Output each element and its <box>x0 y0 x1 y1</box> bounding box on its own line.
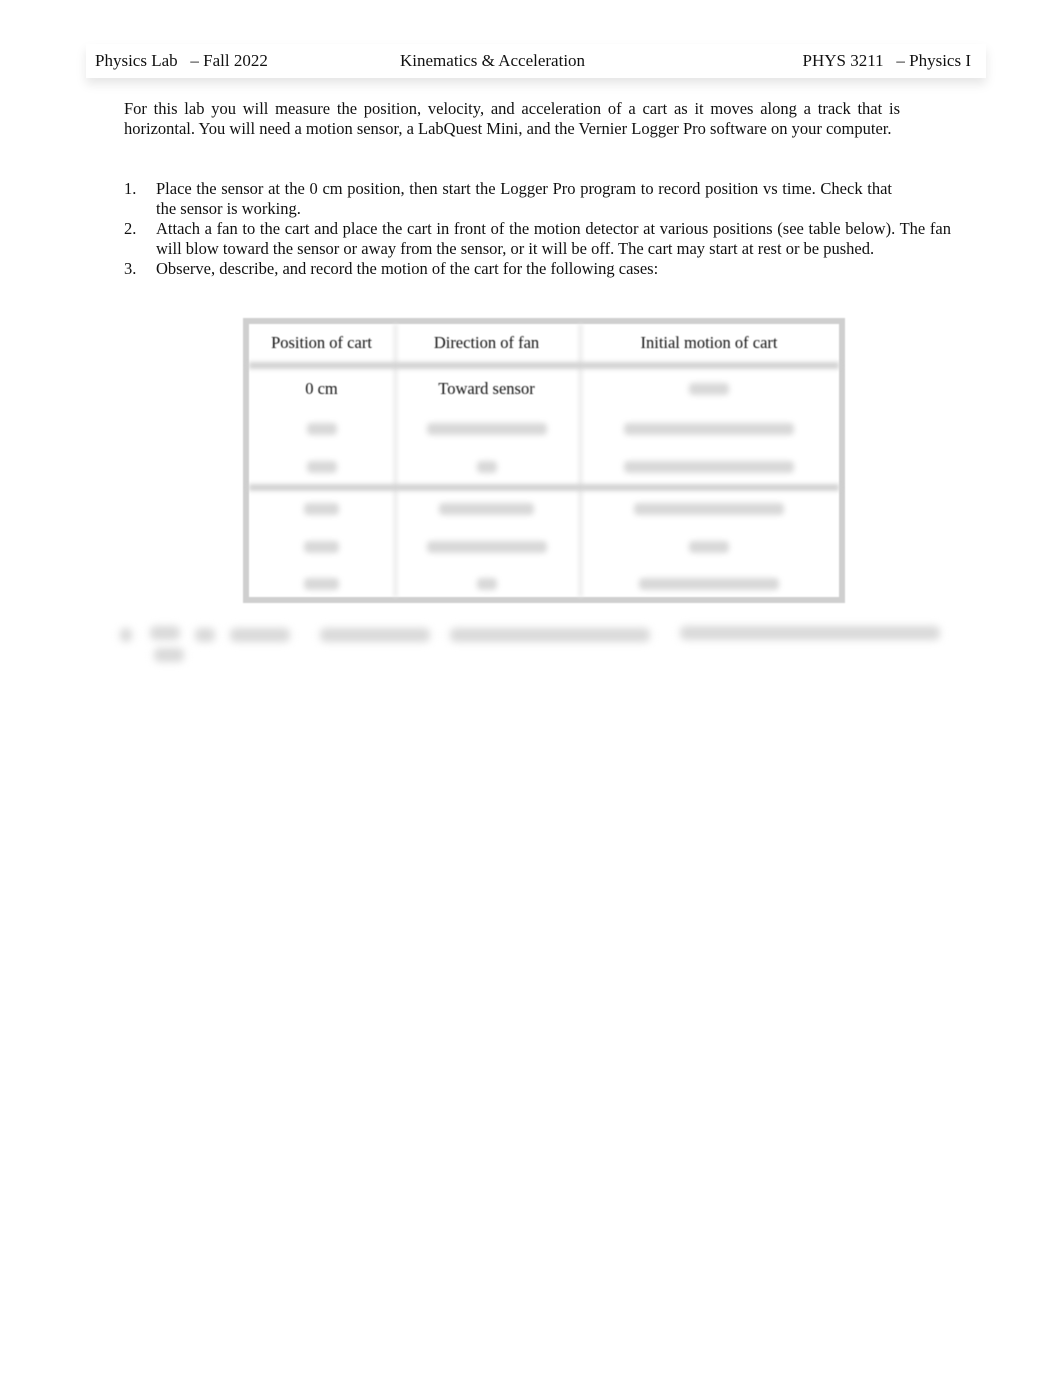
table-cell-blurred <box>579 528 839 566</box>
table-cell-blurred <box>249 448 394 486</box>
table-row <box>249 490 839 528</box>
header-cell: Initial motion of cart <box>640 333 778 352</box>
table-cell-blurred <box>249 565 394 603</box>
table-cell-blurred <box>394 448 579 486</box>
table-cell-blurred <box>394 410 579 448</box>
step-number: 1. <box>124 179 137 198</box>
header-cell: Direction of fan <box>433 333 540 352</box>
step-text: Place the sensor at the 0 cm position, t… <box>156 179 892 218</box>
intro-paragraph: For this lab you will measure the positi… <box>124 99 900 138</box>
header-title: Kinematics & Acceleration <box>400 51 586 70</box>
table-cell-blurred <box>579 370 839 408</box>
cases-table: Position of cart Direction of fan Initia… <box>243 318 845 603</box>
table-row <box>249 448 839 486</box>
table-header-row: Position of cart Direction of fan Initia… <box>249 324 839 362</box>
table-cell-blurred <box>579 565 839 603</box>
row-divider <box>249 362 839 369</box>
header-cell: Position of cart <box>271 333 372 352</box>
table-row <box>249 410 839 448</box>
table-cell-blurred <box>249 528 394 566</box>
step-number: 3. <box>124 259 137 278</box>
header-course-term: Physics Lab – Fall 2022 <box>95 51 268 70</box>
table-row <box>249 528 839 566</box>
table-cell-blurred <box>394 490 579 528</box>
table-cell-blurred <box>394 528 579 566</box>
steps-list: 1. Place the sensor at the 0 cm position… <box>124 179 954 279</box>
table-cell-blurred <box>579 490 839 528</box>
table-cell: Toward sensor <box>438 379 535 398</box>
step-text: Attach a fan to the cart and place the c… <box>156 219 951 258</box>
step-item: 3. Observe, describe, and record the mot… <box>124 259 954 279</box>
step-text: Observe, describe, and record the motion… <box>156 259 659 278</box>
table-row: 0 cm Toward sensor <box>249 370 839 408</box>
header-course-code: PHYS 3211 – Physics I <box>802 51 971 70</box>
table-cell-blurred <box>249 410 394 448</box>
blurred-step-4 <box>120 622 940 668</box>
table-cell-blurred <box>579 410 839 448</box>
table-cell-blurred <box>394 565 579 603</box>
table-cell-blurred <box>579 448 839 486</box>
table-row <box>249 565 839 603</box>
table-cell-blurred <box>249 490 394 528</box>
table-cell: 0 cm <box>305 379 338 398</box>
step-item: 2. Attach a fan to the cart and place th… <box>124 219 954 259</box>
page-header: Physics Lab – Fall 2022 Kinematics & Acc… <box>86 44 986 78</box>
step-number: 2. <box>124 219 137 238</box>
step-item: 1. Place the sensor at the 0 cm position… <box>124 179 954 219</box>
